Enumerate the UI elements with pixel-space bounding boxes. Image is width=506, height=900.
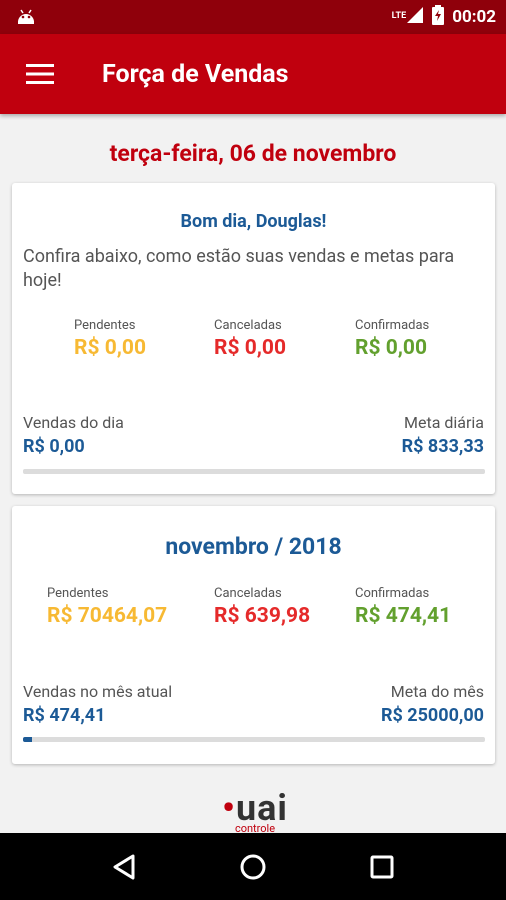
monthly-sales: Vendas no mês atual R$ 474,41 (23, 682, 172, 726)
status-time: 00:02 (452, 7, 496, 27)
month-title: novembro / 2018 (165, 533, 342, 560)
stat-value: R$ 70464,07 (47, 604, 168, 628)
stat-value: R$ 0,00 (355, 336, 428, 360)
daily-confirmed-stat: Confirmadas R$ 0,00 (355, 318, 429, 360)
daily-progress-bar (23, 469, 485, 474)
intro-text: Confira abaixo, como estão suas vendas e… (23, 246, 455, 291)
android-icon (16, 6, 36, 28)
back-button[interactable] (94, 837, 154, 897)
menu-button[interactable] (10, 44, 70, 104)
network-type: LTE (391, 10, 407, 21)
status-bar: LTE 00:02 (0, 0, 506, 34)
recents-square-icon (370, 855, 394, 878)
daily-summary-card: Bom dia, Douglas! Confira abaixo, como e… (12, 183, 495, 494)
battery-icon (432, 4, 445, 30)
monthly-confirmed-stat: Confirmadas R$ 474,41 (355, 586, 451, 628)
logo-text: •uai (222, 790, 288, 829)
monthly-progress-fill (23, 737, 32, 742)
greeting: Bom dia, Douglas! (180, 211, 327, 232)
daily-sales-label: Vendas do dia (23, 413, 124, 432)
stat-label: Canceladas (214, 318, 282, 333)
home-button[interactable] (223, 837, 283, 897)
monthly-progress-bar (23, 737, 485, 742)
daily-cancelled-stat: Canceladas R$ 0,00 (214, 318, 286, 360)
daily-goal-label: Meta diária (404, 413, 484, 432)
daily-goal: Meta diária R$ 833,33 (402, 413, 484, 457)
monthly-sales-label: Vendas no mês atual (23, 682, 173, 701)
stat-label: Confirmadas (355, 586, 430, 601)
signal-icon (406, 6, 424, 29)
uai-logo: •uai controle (200, 790, 310, 834)
monthly-sales-value: R$ 474,41 (23, 705, 106, 726)
monthly-summary-card: novembro / 2018 Pendentes R$ 70464,07 Ca… (12, 506, 495, 764)
back-triangle-icon (113, 854, 135, 879)
monthly-goal-label: Meta do mês (390, 682, 484, 701)
stat-label: Pendentes (47, 586, 109, 601)
daily-sales-value: R$ 0,00 (23, 436, 85, 457)
stat-value: R$ 0,00 (74, 336, 147, 360)
stat-label: Canceladas (214, 586, 282, 601)
app-bar: Força de Vendas (0, 34, 506, 114)
stat-value: R$ 639,98 (214, 604, 311, 628)
stat-value: R$ 474,41 (355, 604, 452, 628)
hamburger-icon (26, 64, 54, 84)
monthly-pending-stat: Pendentes R$ 70464,07 (47, 586, 167, 628)
daily-pending-stat: Pendentes R$ 0,00 (74, 318, 146, 360)
monthly-cancelled-stat: Canceladas R$ 639,98 (214, 586, 310, 628)
daily-sales: Vendas do dia R$ 0,00 (23, 413, 124, 457)
stat-label: Confirmadas (355, 318, 430, 333)
stat-value: R$ 0,00 (214, 336, 287, 360)
recents-button[interactable] (352, 837, 412, 897)
stat-label: Pendentes (74, 318, 136, 333)
navigation-bar (0, 833, 506, 900)
home-circle-icon (240, 854, 266, 879)
date-title: terça-feira, 06 de novembro (109, 140, 397, 167)
daily-goal-value: R$ 833,33 (401, 436, 484, 457)
monthly-goal-value: R$ 25000,00 (380, 705, 484, 726)
app-title: Força de Vendas (102, 59, 289, 89)
monthly-goal: Meta do mês R$ 25000,00 (381, 682, 484, 726)
